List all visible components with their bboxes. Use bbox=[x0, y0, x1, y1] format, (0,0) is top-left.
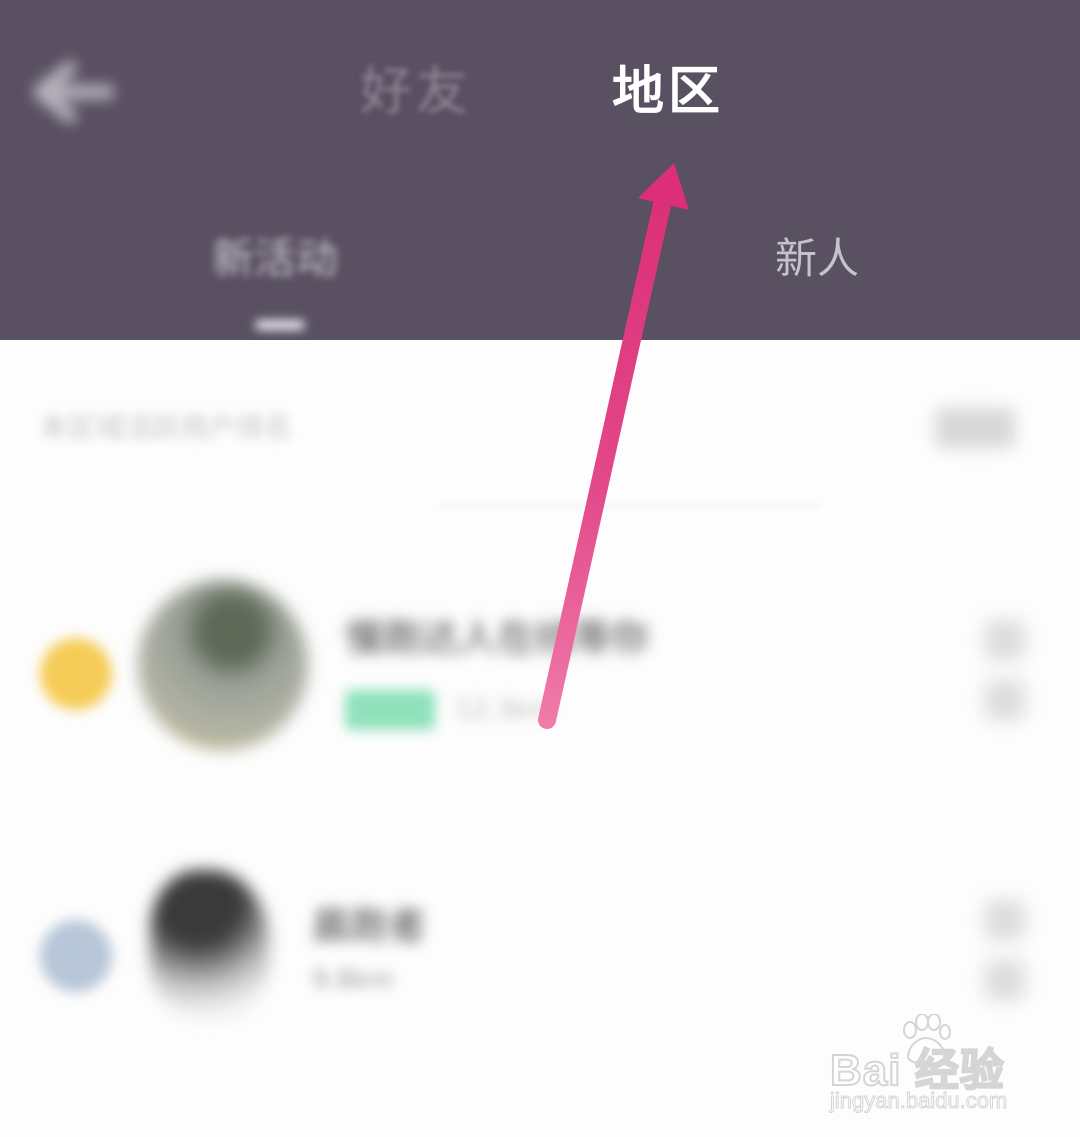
tab-region[interactable]: 地区 bbox=[612, 62, 724, 122]
user-meta: 12.3km bbox=[455, 695, 554, 725]
subtab-new-activity[interactable]: 新活动 bbox=[212, 234, 338, 284]
like-count bbox=[985, 680, 1025, 720]
rank-badge bbox=[40, 638, 112, 710]
ranking-notice: 本区域活跃用户排名 bbox=[40, 411, 293, 444]
user-meta: 9.8km bbox=[312, 965, 394, 995]
list-item[interactable]: 慢跑达人在线等你 12.3km bbox=[0, 560, 1080, 790]
user-nickname: 慢跑达人在线等你 bbox=[345, 616, 650, 660]
tab-friends[interactable]: 好友 bbox=[360, 62, 472, 122]
top-header: 好友 地区 新活动 新人 bbox=[0, 0, 1080, 340]
baidu-watermark: Bai 经验 jingyan.baidu.com bbox=[829, 1014, 1030, 1122]
like-icon[interactable] bbox=[985, 620, 1025, 660]
subtab-newcomers[interactable]: 新人 bbox=[775, 234, 859, 284]
avatar[interactable] bbox=[150, 870, 270, 1020]
user-tag bbox=[345, 690, 435, 730]
subtab-indicator bbox=[255, 320, 305, 330]
like-count bbox=[985, 960, 1025, 1000]
back-arrow-icon[interactable] bbox=[30, 60, 114, 124]
avatar[interactable] bbox=[138, 580, 308, 750]
like-icon[interactable] bbox=[985, 900, 1025, 940]
divider bbox=[440, 505, 820, 507]
watermark-url: jingyan.baidu.com bbox=[829, 1088, 1008, 1114]
user-nickname: 晨跑者 bbox=[312, 904, 427, 948]
rank-badge bbox=[40, 920, 112, 992]
rules-button[interactable] bbox=[935, 408, 1015, 448]
